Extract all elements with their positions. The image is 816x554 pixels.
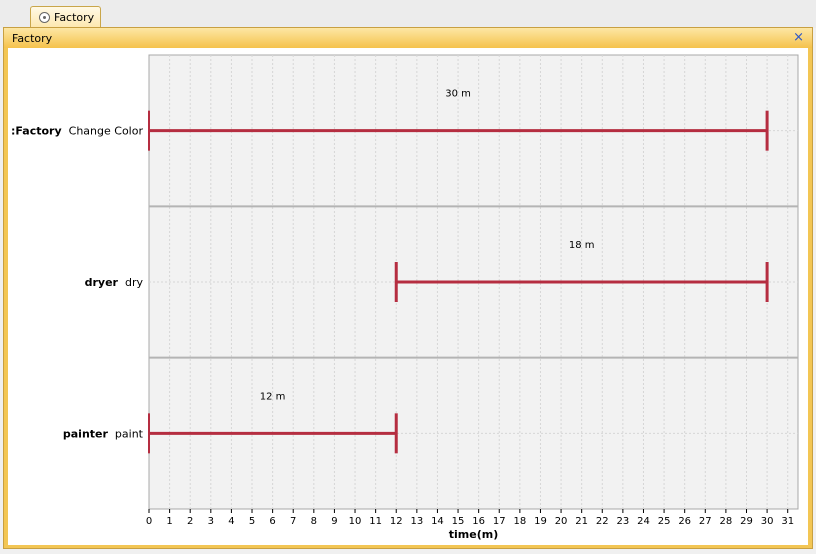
x-tick-label: 9 [331, 516, 337, 527]
task-name: Change Color [69, 125, 144, 138]
x-axis-title: time(m) [449, 528, 498, 541]
x-tick-label: 8 [311, 516, 317, 527]
x-tick-label: 23 [617, 516, 630, 527]
x-tick-label: 30 [761, 516, 774, 527]
x-tick-label: 29 [740, 516, 753, 527]
x-tick-label: 25 [658, 516, 671, 527]
x-tick-label: 18 [513, 516, 526, 527]
task-name: dry [125, 276, 144, 289]
lifeline-name: :Factory [11, 125, 62, 138]
x-tick-label: 14 [431, 516, 444, 527]
lane-label: dryer dry [85, 276, 144, 289]
x-tick-label: 16 [472, 516, 485, 527]
task-name: paint [115, 427, 144, 440]
tab-factory[interactable]: Factory [30, 6, 101, 27]
x-tick-label: 6 [269, 516, 275, 527]
lane-label: painter paint [63, 427, 144, 440]
x-tick-label: 2 [187, 516, 193, 527]
x-tick-label: 11 [369, 516, 382, 527]
duration-label: 30 m [445, 89, 471, 100]
x-tick-label: 21 [575, 516, 588, 527]
tab-label: Factory [54, 10, 95, 24]
x-tick-label: 28 [720, 516, 733, 527]
component-icon [39, 11, 50, 23]
timing-chart: :Factory Change Color 30 m dryer dry 18 m pa… [8, 48, 808, 545]
x-tick-label: 3 [208, 516, 214, 527]
window-titlebar: Factory × [4, 28, 812, 48]
x-tick-label: 5 [249, 516, 255, 527]
diagram-window: Factory × :Factory Change Color 30 m dryer… [3, 27, 813, 549]
x-tick-label: 15 [452, 516, 465, 527]
lane-label: :Factory Change Color [11, 125, 143, 138]
x-tick-label: 24 [637, 516, 650, 527]
chart-svg: :Factory Change Color 30 m dryer dry 18 m pa… [11, 54, 799, 541]
lifeline-name: painter [63, 427, 109, 440]
x-tick-label: 27 [699, 516, 712, 527]
x-tick-label: 17 [493, 516, 506, 527]
x-tick-label: 7 [290, 516, 296, 527]
x-tick-label: 1 [166, 516, 172, 527]
x-tick-label: 19 [534, 516, 547, 527]
x-tick-label: 22 [596, 516, 609, 527]
x-tick-label: 4 [228, 516, 234, 527]
x-tick-label: 13 [410, 516, 423, 527]
x-tick-label: 0 [146, 516, 152, 527]
close-icon[interactable]: × [793, 30, 804, 46]
tab-strip: Factory [0, 0, 816, 28]
x-tick-label: 10 [349, 516, 362, 527]
x-tick-label: 20 [555, 516, 568, 527]
window-title: Factory [12, 32, 53, 45]
x-tick-label: 31 [781, 516, 794, 527]
lifeline-name: dryer [85, 276, 119, 289]
x-tick-label: 12 [390, 516, 403, 527]
x-tick-label: 26 [678, 516, 691, 527]
duration-label: 18 m [569, 240, 595, 251]
duration-label: 12 m [260, 391, 286, 402]
